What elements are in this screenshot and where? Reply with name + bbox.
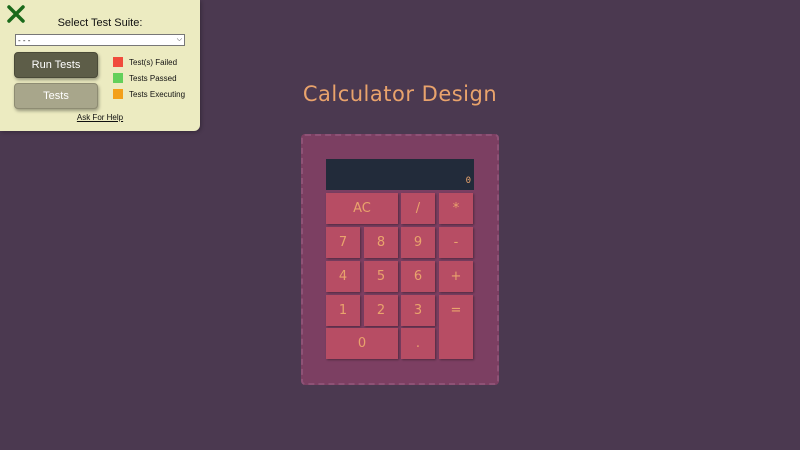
subtract-button[interactable]: - bbox=[439, 227, 473, 258]
multiply-button[interactable]: * bbox=[439, 193, 473, 224]
ask-for-help-link[interactable]: Ask For Help bbox=[0, 113, 200, 122]
five-button[interactable]: 5 bbox=[364, 261, 398, 292]
legend-item-failed: Test(s) Failed bbox=[113, 57, 185, 67]
one-button[interactable]: 1 bbox=[326, 295, 360, 326]
test-suite-select[interactable]: - - - ⌵ bbox=[15, 34, 185, 46]
decimal-button[interactable]: . bbox=[401, 328, 435, 359]
seven-button[interactable]: 7 bbox=[326, 227, 360, 258]
two-button[interactable]: 2 bbox=[364, 295, 398, 326]
chevron-down-icon: ⌵ bbox=[176, 36, 182, 43]
legend-label-failed: Test(s) Failed bbox=[129, 57, 178, 67]
equals-button[interactable]: = bbox=[439, 295, 473, 359]
calculator-display: 0 bbox=[326, 159, 474, 190]
test-suite-select-value: - - - bbox=[18, 35, 31, 45]
run-tests-button[interactable]: Run Tests bbox=[14, 52, 98, 78]
failed-swatch bbox=[113, 57, 123, 67]
eight-button[interactable]: 8 bbox=[364, 227, 398, 258]
four-button[interactable]: 4 bbox=[326, 261, 360, 292]
nine-button[interactable]: 9 bbox=[401, 227, 435, 258]
test-panel: Select Test Suite: - - - ⌵ Run Tests Tes… bbox=[0, 0, 200, 131]
divide-button[interactable]: / bbox=[401, 193, 435, 224]
three-button[interactable]: 3 bbox=[401, 295, 435, 326]
clear-button[interactable]: AC bbox=[326, 193, 398, 224]
zero-button[interactable]: 0 bbox=[326, 328, 398, 359]
page-title: Calculator Design bbox=[302, 82, 498, 106]
add-button[interactable]: + bbox=[439, 261, 473, 292]
suite-title: Select Test Suite: bbox=[57, 17, 143, 29]
display-value: 0 bbox=[465, 176, 471, 186]
six-button[interactable]: 6 bbox=[401, 261, 435, 292]
